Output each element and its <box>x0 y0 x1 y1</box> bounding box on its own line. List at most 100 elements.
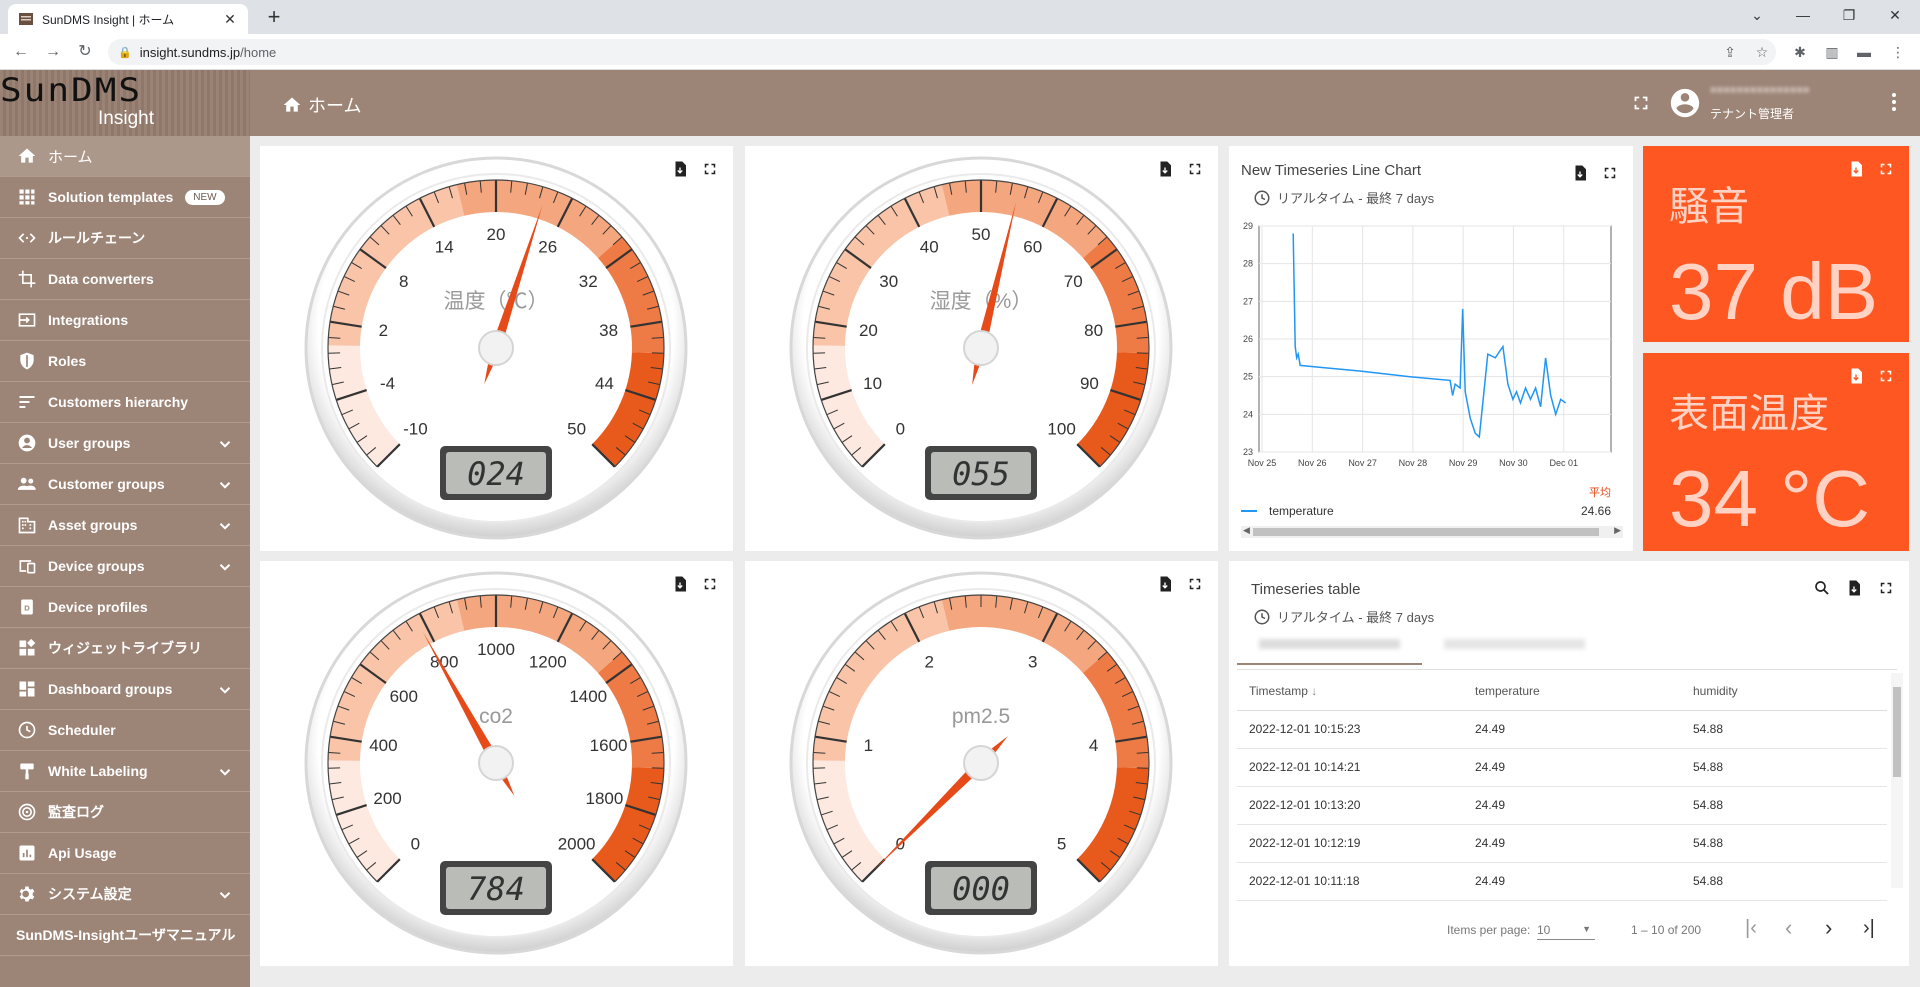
table-row[interactable]: 2022-12-01 10:14:21 24.49 54.88 <box>1237 748 1887 787</box>
back-button[interactable]: ← <box>10 41 32 63</box>
sidebar-item-sundms-insight[interactable]: SunDMS-Insightユーザマニュアル <box>0 915 250 956</box>
fullscreen-icon[interactable] <box>1601 164 1619 187</box>
tab-device-1[interactable] <box>1237 625 1422 665</box>
export-icon[interactable] <box>1847 367 1865 390</box>
fullscreen-icon[interactable] <box>1186 160 1204 183</box>
close-tab-icon[interactable]: ✕ <box>222 11 238 28</box>
table-row[interactable]: 2022-12-01 10:13:20 24.49 54.88 <box>1237 786 1887 825</box>
surface-temp-value: 34 °C <box>1669 454 1870 543</box>
first-page-icon[interactable]: |‹ <box>1745 917 1757 940</box>
items-per-page-select[interactable]: 10 ▼ <box>1537 918 1595 940</box>
more-vert-icon[interactable] <box>1882 90 1906 114</box>
restore-button[interactable]: ❐ <box>1826 0 1872 34</box>
table-scrollbar[interactable] <box>1891 673 1903 888</box>
extensions-icon[interactable]: ✱ <box>1790 42 1810 62</box>
sidebar-item-roles[interactable]: Roles <box>0 341 250 382</box>
browser-menu-icon[interactable]: ⋮ <box>1888 42 1908 62</box>
sidebar-item-solution-templates[interactable]: Solution templates NEW <box>0 177 250 218</box>
sidebar-item-item-12[interactable]: ウィジェットライブラリ <box>0 628 250 669</box>
tab-device-2[interactable] <box>1422 625 1607 665</box>
grid-icon <box>16 186 38 208</box>
sidebar-item-white-labeling[interactable]: White Labeling <box>0 751 250 792</box>
brush-icon <box>16 760 38 782</box>
sidebar-item-device-groups[interactable]: Device groups <box>0 546 250 587</box>
breadcrumb[interactable]: ホーム <box>282 92 361 118</box>
table-scrollbar-thumb[interactable] <box>1893 687 1901 777</box>
prev-page-icon[interactable]: ‹ <box>1785 915 1792 941</box>
col-timestamp[interactable]: Timestamp ↓ <box>1237 672 1475 711</box>
export-icon[interactable] <box>1156 575 1174 598</box>
export-icon[interactable] <box>1845 579 1863 602</box>
sidebar-item-customer-groups[interactable]: Customer groups <box>0 464 250 505</box>
forward-button[interactable]: → <box>42 41 64 63</box>
tab-search-chevron-icon[interactable]: ⌄ <box>1734 0 1780 34</box>
sidebar-item-device-profiles[interactable]: D Device profiles <box>0 587 250 628</box>
export-icon[interactable] <box>1571 164 1589 187</box>
sidebar-item-dashboard-groups[interactable]: Dashboard groups <box>0 669 250 710</box>
minimize-button[interactable]: — <box>1780 0 1826 34</box>
scroll-left-icon[interactable]: ◀ <box>1243 525 1250 536</box>
table-row[interactable]: 2022-12-01 10:11:18 24.49 54.88 <box>1237 862 1887 901</box>
browser-tab[interactable]: SunDMS Insight | ホーム ✕ <box>8 4 248 34</box>
gauge-tick-label: 600 <box>390 687 418 706</box>
fullscreen-icon[interactable] <box>1877 367 1895 390</box>
table-title: Timeseries table <box>1251 581 1361 598</box>
export-icon[interactable] <box>671 575 689 598</box>
bookmark-star-icon[interactable]: ☆ <box>1752 42 1772 62</box>
fullscreen-icon[interactable] <box>1877 579 1895 602</box>
table-row[interactable]: 2022-12-01 10:15:23 24.49 54.88 <box>1237 710 1887 749</box>
fullscreen-icon[interactable] <box>1630 92 1652 114</box>
fullscreen-icon[interactable] <box>1877 160 1895 183</box>
sidebar-item-item-18[interactable]: システム設定 <box>0 874 250 915</box>
col-humidity[interactable]: humidity <box>1693 672 1887 711</box>
sidebar-item-data-converters[interactable]: Data converters <box>0 259 250 300</box>
fullscreen-icon[interactable] <box>701 160 719 183</box>
side-panel-icon[interactable]: ▥ <box>1822 42 1842 62</box>
sidebar-item-scheduler[interactable]: Scheduler <box>0 710 250 751</box>
table-timewindow[interactable]: リアルタイム - 最終 7 days <box>1253 607 1434 626</box>
sidebar-item-integrations[interactable]: Integrations <box>0 300 250 341</box>
sidebar-item-api-usage[interactable]: Api Usage <box>0 833 250 874</box>
track-icon <box>16 801 38 823</box>
fullscreen-icon[interactable] <box>701 575 719 598</box>
gauge-hub <box>963 745 999 781</box>
sidebar-item-customers-hierarchy[interactable]: Customers hierarchy <box>0 382 250 423</box>
url-field[interactable]: 🔒 insight.sundms.jp/home <box>108 39 1776 65</box>
gauge-title: 湿度（%） <box>930 290 1033 313</box>
reload-button[interactable]: ↻ <box>74 41 96 63</box>
table-row[interactable]: 2022-12-01 10:12:19 24.49 54.88 <box>1237 824 1887 863</box>
new-tab-button[interactable]: + <box>260 4 288 32</box>
sidebar-item-label: Device profiles <box>48 599 148 615</box>
sidebar-item-item-2[interactable]: ルールチェーン <box>0 218 250 259</box>
fullscreen-icon[interactable] <box>1186 575 1204 598</box>
share-icon[interactable]: ⇪ <box>1720 42 1740 62</box>
sidebar-item-asset-groups[interactable]: Asset groups <box>0 505 250 546</box>
legend-row[interactable]: temperature 24.66 <box>1241 504 1611 518</box>
legend-avg-header: 平均 <box>1589 487 1611 499</box>
sidebar-item-item-0[interactable]: ホーム <box>0 136 250 177</box>
avatar[interactable] <box>1668 86 1702 120</box>
scroll-right-icon[interactable]: ▶ <box>1614 525 1621 536</box>
widgets-icon <box>16 637 38 659</box>
table-cell: 24.49 <box>1475 748 1693 787</box>
horizontal-scrollbar[interactable]: ◀ ▶ <box>1241 525 1623 538</box>
sidebar-item-item-16[interactable]: 監査ログ <box>0 792 250 833</box>
export-icon[interactable] <box>1847 160 1865 183</box>
next-page-icon[interactable]: › <box>1825 915 1832 941</box>
gauge-tick-label: 1 <box>864 736 873 755</box>
x-tick-label: Dec 01 <box>1549 458 1578 468</box>
profile-icon[interactable]: ▬ <box>1854 42 1874 62</box>
export-icon[interactable] <box>671 160 689 183</box>
sort-icon <box>16 391 38 413</box>
timewindow[interactable]: リアルタイム - 最終 7 days <box>1253 188 1434 207</box>
close-window-button[interactable]: ✕ <box>1872 0 1918 34</box>
col-temperature[interactable]: temperature <box>1475 672 1693 711</box>
timeseries-table-card: Timeseries table リアルタイム - 最終 7 days Time… <box>1229 561 1909 966</box>
sidebar-item-user-groups[interactable]: User groups <box>0 423 250 464</box>
gauge-tick-label: 20 <box>487 225 506 244</box>
last-page-icon[interactable]: ›| <box>1863 917 1875 940</box>
search-icon[interactable] <box>1813 579 1831 597</box>
logo[interactable]: SunDMS Insight <box>0 70 250 136</box>
scrollbar-thumb[interactable] <box>1253 528 1599 536</box>
export-icon[interactable] <box>1156 160 1174 183</box>
